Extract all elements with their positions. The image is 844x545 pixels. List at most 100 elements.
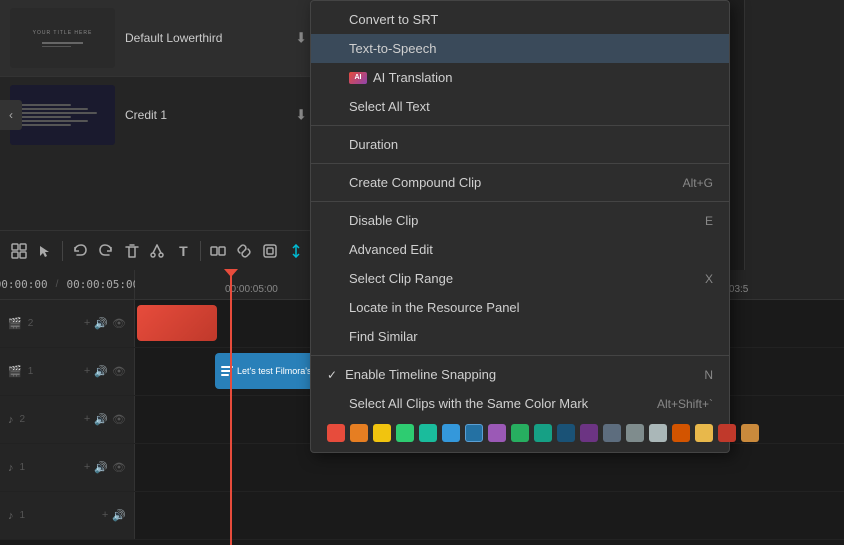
- color-dot-dark-red[interactable]: [718, 424, 736, 442]
- color-dot-purple[interactable]: [488, 424, 506, 442]
- color-dot-dark-gray[interactable]: [603, 424, 621, 442]
- track-volume-icon-audio2[interactable]: 🔊: [94, 413, 108, 426]
- color-dot-tan[interactable]: [741, 424, 759, 442]
- track-label-video2: 🎬 2 + 🔊 👁: [0, 300, 135, 347]
- menu-item-text-to-speech[interactable]: Text-to-Speech: [311, 34, 729, 63]
- menu-item-select-all-text[interactable]: Select All Text: [311, 92, 729, 121]
- color-dot-orange[interactable]: [350, 424, 368, 442]
- menu-label-select-same-color: Select All Clips with the Same Color Mar…: [349, 396, 588, 411]
- text-button[interactable]: T: [174, 237, 192, 265]
- menu-item-enable-snapping[interactable]: ✓ Enable Timeline Snapping N: [311, 360, 729, 389]
- menu-item-convert-srt[interactable]: Convert to SRT: [311, 5, 729, 34]
- track-num-audio-bottom: 1: [20, 510, 26, 521]
- ai-badge-icon: AI: [349, 72, 367, 84]
- media-label-credit1: Credit 1: [125, 108, 167, 122]
- group-button[interactable]: [10, 237, 28, 265]
- menu-label-duration: Duration: [349, 137, 398, 152]
- menu-item-disable-clip[interactable]: Disable Clip E: [311, 206, 729, 235]
- media-item-lowerthird[interactable]: YOUR TITLE HERE Default Lowerthird ⬇: [0, 0, 315, 77]
- menu-label-create-compound: Create Compound Clip: [349, 175, 481, 190]
- menu-item-select-same-color[interactable]: Select All Clips with the Same Color Mar…: [311, 389, 729, 418]
- menu-divider-3: [311, 201, 729, 202]
- color-dot-gold[interactable]: [695, 424, 713, 442]
- menu-label-find-similar: Find Similar: [349, 329, 418, 344]
- track-type-icon-audio1: ♪: [8, 462, 14, 474]
- track-type-icon-video1: 🎬: [8, 365, 22, 378]
- menu-label-select-clip-range: Select Clip Range: [349, 271, 453, 286]
- menu-divider-1: [311, 125, 729, 126]
- color-dot-light-gray[interactable]: [649, 424, 667, 442]
- color-dot-teal[interactable]: [419, 424, 437, 442]
- menu-item-duration[interactable]: Duration: [311, 130, 729, 159]
- track-add-icon-audio2[interactable]: +: [84, 413, 90, 426]
- toolbar-divider-2: [200, 241, 201, 261]
- media-nav-left[interactable]: ‹: [0, 100, 22, 130]
- track-content-audio-bottom[interactable]: [135, 492, 844, 539]
- menu-item-find-similar[interactable]: Find Similar: [311, 322, 729, 351]
- color-dot-blue[interactable]: [465, 424, 483, 442]
- current-time-display: 00:00:00: [0, 278, 48, 291]
- track-eye-icon-audio2[interactable]: 👁: [112, 413, 126, 426]
- color-dot-dark-green[interactable]: [511, 424, 529, 442]
- redo-button[interactable]: [97, 237, 115, 265]
- track-volume-icon-audio1[interactable]: 🔊: [94, 461, 108, 474]
- color-dot-yellow[interactable]: [373, 424, 391, 442]
- download-icon-credit1[interactable]: ⬇: [295, 107, 307, 124]
- color-dot-dark-teal[interactable]: [534, 424, 552, 442]
- track-volume-icon-video1[interactable]: 🔊: [94, 365, 108, 378]
- menu-item-create-compound[interactable]: Create Compound Clip Alt+G: [311, 168, 729, 197]
- color-dot-red[interactable]: [327, 424, 345, 442]
- delete-button[interactable]: [123, 237, 141, 265]
- group2-button[interactable]: [261, 237, 279, 265]
- menu-item-select-clip-range[interactable]: Select Clip Range X: [311, 264, 729, 293]
- track-eye-icon-video1[interactable]: 👁: [112, 365, 126, 378]
- color-dot-green[interactable]: [396, 424, 414, 442]
- menu-item-advanced-edit[interactable]: Advanced Edit: [311, 235, 729, 264]
- menu-item-ai-translation[interactable]: AI AI Translation: [311, 63, 729, 92]
- menu-label-convert-srt: Convert to SRT: [349, 12, 438, 27]
- track-add-icon-video2[interactable]: +: [84, 317, 90, 330]
- cut-button[interactable]: [148, 237, 166, 265]
- color-dot-gray[interactable]: [626, 424, 644, 442]
- video-clip-red[interactable]: [137, 305, 217, 341]
- menu-item-locate-resource[interactable]: Locate in the Resource Panel: [311, 293, 729, 322]
- split-button[interactable]: [209, 237, 227, 265]
- menu-shortcut-create-compound: Alt+G: [683, 176, 713, 190]
- track-add-icon-audio-bottom[interactable]: +: [102, 509, 108, 522]
- track-num-audio2: 2: [20, 414, 26, 425]
- track-eye-icon-audio1[interactable]: 👁: [112, 461, 126, 474]
- cursor-button[interactable]: [36, 237, 54, 265]
- right-panel: [744, 0, 844, 270]
- link-button[interactable]: [235, 237, 253, 265]
- track-type-icon-video2: 🎬: [8, 317, 22, 330]
- track-label-audio1: ♪ 1 + 🔊 👁: [0, 444, 135, 491]
- media-panel: YOUR TITLE HERE Default Lowerthird ⬇ Cre…: [0, 0, 315, 230]
- check-mark-snapping: ✓: [327, 368, 337, 382]
- track-eye-icon-video2[interactable]: 👁: [112, 317, 126, 330]
- track-volume-icon-video2[interactable]: 🔊: [94, 317, 108, 330]
- track-add-icon-audio1[interactable]: +: [84, 461, 90, 474]
- track-volume-icon-audio-bottom[interactable]: 🔊: [112, 509, 126, 522]
- download-icon-lowerthird[interactable]: ⬇: [295, 30, 307, 47]
- menu-label-advanced-edit: Advanced Edit: [349, 242, 433, 257]
- track-label-video1: 🎬 1 + 🔊 👁: [0, 348, 135, 395]
- color-dot-violet[interactable]: [580, 424, 598, 442]
- context-menu: Convert to SRT Text-to-Speech AI AI Tran…: [310, 0, 730, 453]
- media-label-lowerthird: Default Lowerthird: [125, 31, 222, 45]
- media-item-credit1[interactable]: Credit 1 ⬇: [0, 77, 315, 153]
- color-dot-dark-orange[interactable]: [672, 424, 690, 442]
- color-dot-light-blue[interactable]: [442, 424, 460, 442]
- track-add-icon-video1[interactable]: +: [84, 365, 90, 378]
- menu-label-text-to-speech: Text-to-Speech: [349, 41, 436, 56]
- color-dots-row: [311, 418, 729, 448]
- track-row-audio-bottom: ♪ 1 + 🔊: [0, 492, 844, 540]
- menu-shortcut-select-same-color: Alt+Shift+`: [657, 397, 713, 411]
- snap-button[interactable]: [287, 237, 305, 265]
- menu-label-enable-snapping: Enable Timeline Snapping: [345, 367, 496, 382]
- color-dot-dark-blue[interactable]: [557, 424, 575, 442]
- thumb-title: YOUR TITLE HERE: [33, 30, 93, 36]
- menu-shortcut-enable-snapping: N: [704, 368, 713, 382]
- undo-button[interactable]: [71, 237, 89, 265]
- playhead[interactable]: [230, 270, 232, 545]
- menu-shortcut-select-clip-range: X: [705, 272, 713, 286]
